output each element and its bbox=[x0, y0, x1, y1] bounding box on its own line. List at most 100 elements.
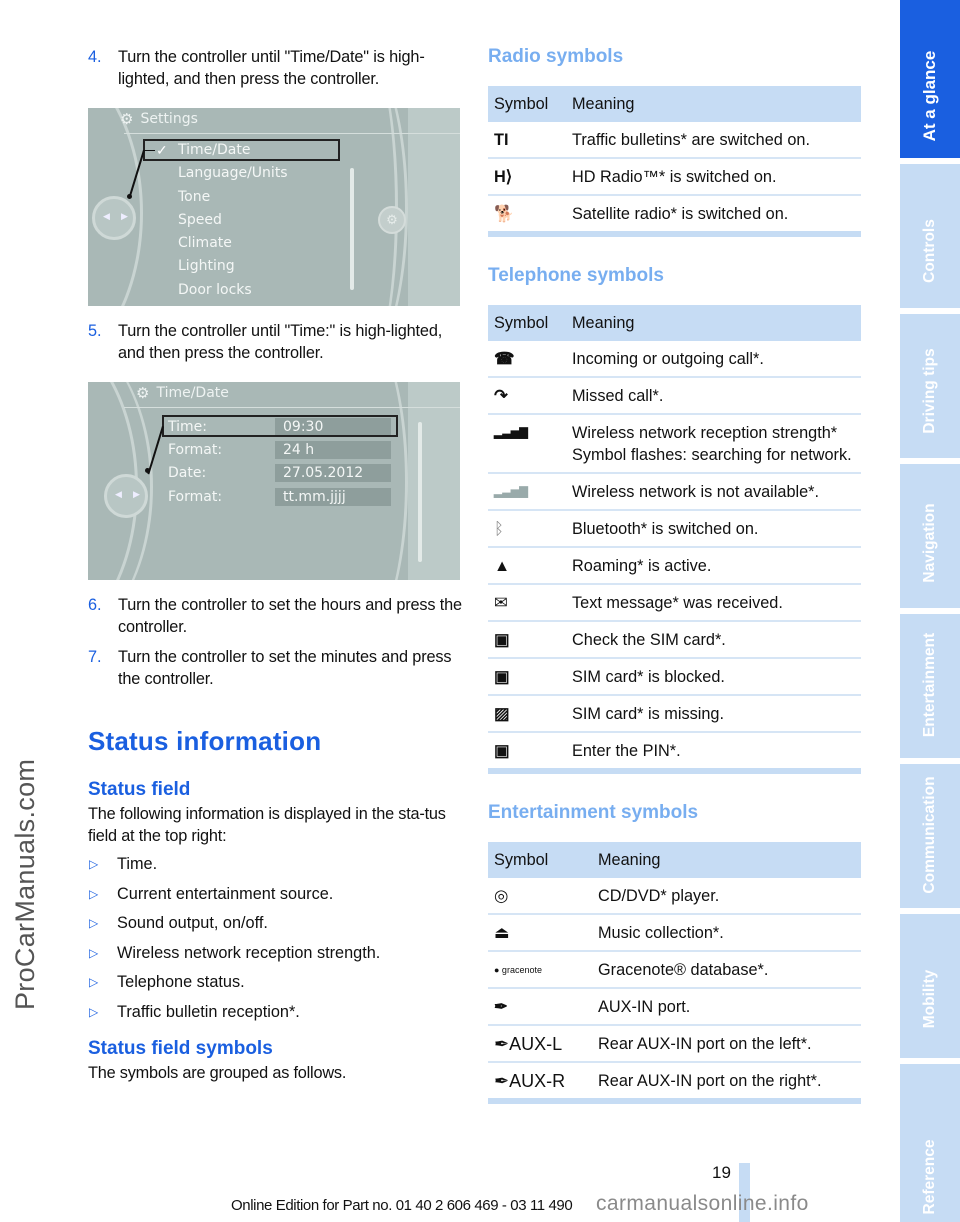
chapter-tabs: At a glance Controls Driving tips Naviga… bbox=[900, 0, 960, 1222]
tab-entertainment[interactable]: Entertainment bbox=[900, 614, 960, 758]
table-row: ↷ Missed call*. bbox=[488, 377, 861, 415]
meaning-cell: Gracenote® database*. bbox=[592, 951, 861, 989]
table-row: ✉ Text message* was received. bbox=[488, 584, 861, 622]
meaning-cell: HD Radio™* is switched on. bbox=[566, 158, 861, 196]
meaning-cell: Music collection*. bbox=[592, 914, 861, 952]
table-row: ◎ CD/DVD* player. bbox=[488, 878, 861, 915]
paragraph: The symbols are grouped as follows. bbox=[88, 1064, 347, 1082]
section-title: Status information bbox=[88, 726, 322, 756]
options-knob-icon: ⚙ bbox=[378, 206, 406, 234]
field-value: tt.mm.jjjj bbox=[275, 487, 391, 506]
column-header: Meaning bbox=[572, 94, 635, 113]
screen-header: ⚙ Settings bbox=[120, 110, 198, 128]
field-label: Format: bbox=[168, 488, 223, 505]
list-item: ▷ Telephone status. bbox=[88, 971, 462, 1001]
gear-icon: ⚙ bbox=[136, 384, 150, 402]
entertainment-symbols-table: Symbol Meaning ◎ CD/DVD* player. ⏏ Music c… bbox=[488, 842, 861, 1104]
table-row: ▣ Check the SIM card*. bbox=[488, 621, 861, 659]
column-header: Symbol bbox=[494, 94, 549, 113]
table-row: ☎ Incoming or outgoing call*. bbox=[488, 341, 861, 378]
step-6: 6. Turn the controller to set the hours … bbox=[88, 594, 462, 638]
column-header: Meaning bbox=[572, 313, 635, 332]
music-collection-icon: ⏏ bbox=[488, 914, 592, 952]
radio-symbols-table: Symbol Meaning TI Traffic bulletins* are… bbox=[488, 86, 861, 237]
table-row: ▨ SIM card* is missing. bbox=[488, 695, 861, 733]
hd-radio-icon: H⟩ bbox=[488, 158, 566, 196]
sim-missing-icon: ▨ bbox=[488, 695, 566, 733]
column-header: Meaning bbox=[598, 850, 661, 869]
settings-screen-image: ⚙ Settings ✓ Time/Date Language/Units To… bbox=[88, 108, 460, 306]
meaning-cell: Check the SIM card*. bbox=[566, 621, 861, 659]
cd-dvd-icon: ◎ bbox=[488, 878, 592, 915]
time-date-screen-image: ⚙ Time/Date Time: 09:30 Format: 24 h Dat… bbox=[88, 382, 460, 580]
step-7: 7. Turn the controller to set the minute… bbox=[88, 646, 462, 690]
tab-navigation[interactable]: Navigation bbox=[900, 464, 960, 608]
triangle-bullet-icon: ▷ bbox=[89, 945, 99, 960]
menu-item[interactable]: Language/Units bbox=[178, 162, 288, 185]
page-number: 19 bbox=[712, 1163, 731, 1182]
meaning-cell: Incoming or outgoing call*. bbox=[566, 341, 861, 378]
controller-knob-icon: ◀ ▶ bbox=[92, 196, 136, 240]
signal-strength-icon: ▂▃▅▇ bbox=[488, 414, 566, 474]
step-text: Turn the controller to set the hours and… bbox=[118, 596, 462, 636]
field-value: 24 h bbox=[275, 440, 391, 459]
tab-controls[interactable]: Controls bbox=[900, 164, 960, 308]
check-icon: ✓ bbox=[156, 142, 168, 158]
column-header: Symbol bbox=[494, 850, 549, 869]
table-row: 🐕 Satellite radio* is switched on. bbox=[488, 195, 861, 237]
triangle-bullet-icon: ▷ bbox=[89, 975, 99, 989]
tab-mobility[interactable]: Mobility bbox=[900, 914, 960, 1058]
screen-header: ⚙ Time/Date bbox=[136, 384, 229, 402]
meaning-cell: Wireless network is not available*. bbox=[566, 473, 861, 511]
table-row: ✒AUX-R Rear AUX-IN port on the right*. bbox=[488, 1062, 861, 1104]
tab-at-a-glance[interactable]: At a glance bbox=[900, 0, 960, 158]
tab-communication[interactable]: Communication bbox=[900, 764, 960, 908]
menu-item[interactable]: Speed bbox=[178, 209, 288, 232]
controller-knob-icon: ◀ ▶ bbox=[104, 474, 148, 518]
menu-item[interactable]: Time/Date bbox=[178, 139, 288, 162]
triangle-bullet-icon: ▷ bbox=[89, 1004, 99, 1019]
step-5: 5. Turn the controller until "Time:" is … bbox=[88, 320, 462, 364]
menu-item[interactable]: Tone bbox=[178, 186, 288, 209]
table-row: ᛒ Bluetooth* is switched on. bbox=[488, 510, 861, 548]
bluetooth-icon: ᛒ bbox=[488, 510, 566, 548]
field-row[interactable]: Format: 24 h bbox=[162, 438, 391, 461]
table-row: ▂▃▅▇ Wireless network is not available*. bbox=[488, 473, 861, 511]
field-row[interactable]: Date: 27.05.2012 bbox=[162, 462, 391, 485]
meaning-cell: Rear AUX-IN port on the right*. bbox=[592, 1062, 861, 1104]
field-row[interactable]: Format: tt.mm.jjjj bbox=[162, 485, 391, 508]
table-row: ✒AUX-L Rear AUX-IN port on the left*. bbox=[488, 1025, 861, 1063]
table-row: ▣ SIM card* is blocked. bbox=[488, 658, 861, 696]
triangle-bullet-icon: ▷ bbox=[89, 886, 99, 901]
list-item: ▷ Sound output, on/off. bbox=[88, 912, 462, 942]
subsection-title: Status field symbols bbox=[88, 1038, 273, 1059]
meaning-cell: Satellite radio* is switched on. bbox=[566, 195, 861, 237]
step-number: 7. bbox=[88, 648, 102, 666]
enter-pin-icon: ▣ bbox=[488, 732, 566, 774]
triangle-bullet-icon: ▷ bbox=[89, 857, 99, 871]
list-item: ▷ Current entertainment source. bbox=[88, 883, 462, 913]
aux-right-icon: ✒AUX-R bbox=[488, 1062, 592, 1104]
meaning-cell: Enter the PIN*. bbox=[566, 732, 861, 774]
table-row: ▲ Roaming* is active. bbox=[488, 547, 861, 585]
sim-check-icon: ▣ bbox=[488, 621, 566, 659]
menu-item[interactable]: Lighting bbox=[178, 255, 288, 278]
table-row: ⏏ Music collection*. bbox=[488, 914, 861, 952]
menu-item[interactable]: Climate bbox=[178, 232, 288, 255]
telephone-symbols-title: Telephone symbols bbox=[488, 265, 664, 286]
meaning-cell: Roaming* is active. bbox=[566, 547, 861, 585]
table-row: ▂▃▅▇ Wireless network reception strength*… bbox=[488, 414, 861, 474]
subsection-title: Status field bbox=[88, 779, 191, 800]
table-row: ▣ Enter the PIN*. bbox=[488, 732, 861, 774]
satellite-radio-icon: 🐕 bbox=[488, 195, 566, 237]
column-header: Symbol bbox=[494, 313, 549, 332]
tab-reference[interactable]: Reference bbox=[900, 1064, 960, 1222]
menu-item[interactable]: Door locks bbox=[178, 279, 288, 302]
field-value: 27.05.2012 bbox=[275, 464, 391, 483]
settings-menu: Time/Date Language/Units Tone Speed Clim… bbox=[178, 139, 288, 302]
tab-driving-tips[interactable]: Driving tips bbox=[900, 314, 960, 458]
meaning-cell: Text message* was received. bbox=[566, 584, 861, 622]
left-column: 4. Turn the controller until "Time/Date"… bbox=[88, 46, 462, 1084]
table-row: TI Traffic bulletins* are switched on. bbox=[488, 122, 861, 159]
site-watermark: ProCarManuals.com bbox=[10, 758, 40, 1010]
